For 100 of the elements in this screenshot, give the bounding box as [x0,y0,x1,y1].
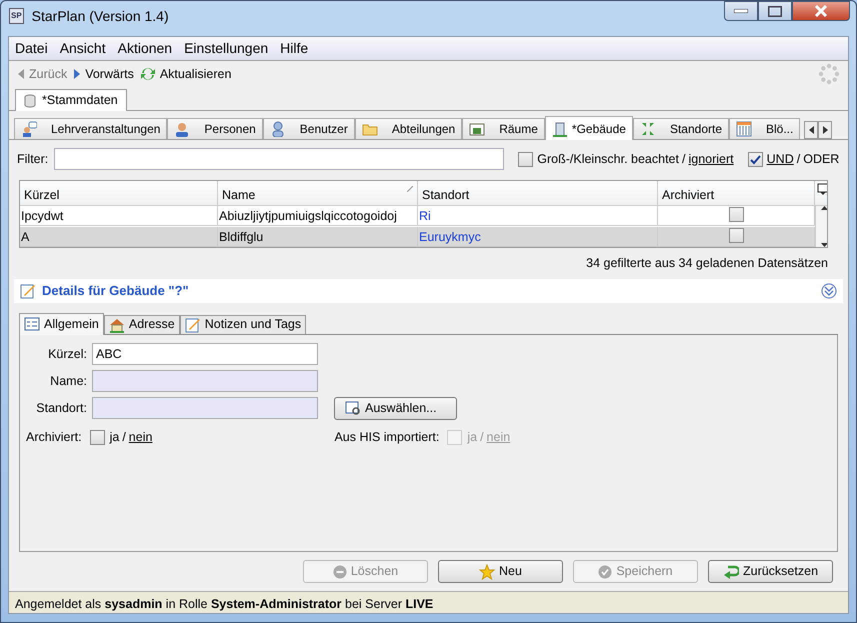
edit-note-icon [20,282,36,299]
sort-icon [407,186,413,192]
option-label[interactable]: Groß-/Kleinschr. beachtet [537,152,679,166]
details-tab[interactable]: Notizen und Tags [180,314,306,334]
table-cell: Ipcydwt [20,206,218,226]
details-tab[interactable]: Adresse [104,314,180,334]
column-chooser-button[interactable] [815,181,827,206]
module-tab[interactable]: Benutzer [262,118,355,139]
archived-checkbox[interactable] [728,207,744,222]
field-label: Standort: [35,400,88,417]
calendar-icon [736,121,752,137]
notepad-pencil-icon [184,316,201,333]
house-icon [108,316,125,333]
down-arrow-icon [820,243,827,247]
option-label[interactable]: ja [110,430,120,444]
toolbar-button[interactable]: Aktualisieren [140,64,232,84]
action-button[interactable]: Zurücksetzen [708,560,833,583]
close-icon [814,5,828,17]
list-search-icon [345,400,361,416]
building-icon [552,120,568,136]
details-header[interactable]: Details für Gebäude "?" [14,278,843,303]
menu-item[interactable]: Hilfe [280,38,308,59]
details-title: Details für Gebäude "?" [42,282,189,300]
minus-circle-icon [332,564,347,578]
arrows-icon [640,121,656,137]
check-circle-icon [598,564,612,578]
column-header[interactable]: Standort [418,181,658,206]
field-label: Kürzel: [47,346,88,363]
details-tab[interactable]: Allgemein [19,312,104,335]
room-icon [469,121,486,137]
toolbar-button[interactable]: Vorwärts [73,64,134,84]
separator-text: / [682,152,686,166]
right-arrow-icon [822,126,828,134]
option-label[interactable]: UND [766,152,794,166]
minimize-button[interactable] [724,1,758,21]
refresh-icon [140,66,156,82]
input-field[interactable]: ABC [92,343,318,366]
input-field[interactable] [92,370,318,392]
separator-text: / [480,430,484,444]
module-tab[interactable]: Personen [167,118,263,139]
maximize-icon [768,6,782,16]
document-tab[interactable]: *Stammdaten [15,89,127,111]
archived-checkbox[interactable] [728,228,744,243]
table-cell: Euruykmyc [418,226,658,247]
module-tab[interactable]: Räume [462,118,545,139]
check-icon [750,154,761,164]
star-icon [479,564,496,580]
option-label[interactable]: ignoriert [688,152,734,166]
module-tab[interactable]: Abteilungen [354,118,462,139]
table-cell: Abiuzljiytjpumiuigslqiccotogoidoj [218,206,418,226]
table-cell: A [20,226,218,247]
column-header[interactable]: Name [218,181,418,206]
up-arrow-icon [820,206,827,210]
window-title: StarPlan (Version 1.4) [32,6,169,26]
module-tab[interactable]: Blö... [729,118,800,139]
menu-item[interactable]: Aktionen [118,38,172,59]
person-icon [174,121,190,137]
action-button[interactable]: Neu [438,560,563,583]
close-button[interactable] [792,1,850,21]
separator-text: / [122,430,126,444]
option-label[interactable]: ODER [803,152,840,166]
table-cell: Ri [418,206,658,226]
person-speech-icon [21,121,37,137]
menu-item[interactable]: Ansicht [60,38,106,59]
left-arrow-icon [808,126,814,134]
separator-text: / [796,152,800,166]
field-label: Name: [49,372,88,390]
field-label: Aus HIS importiert: [334,428,440,446]
input-field[interactable] [92,397,318,420]
user-icon [270,121,286,137]
module-tab[interactable]: Lehrveranstaltungen [14,118,168,139]
column-header[interactable]: Archiviert [658,181,815,206]
forward-arrow-icon [73,68,82,80]
back-arrow-icon [17,68,25,80]
table-cell: Bldiffglu [218,226,418,247]
option-label[interactable]: nein [128,430,152,444]
loading-spinner-icon [818,63,840,85]
scroll-right-button[interactable] [818,121,832,139]
checkbox[interactable] [90,430,105,445]
menu-item[interactable]: Einstellungen [184,38,268,59]
select-button[interactable]: Auswählen... [334,396,457,420]
status-text: Angemeldet als sysadmin in Rolle System-Administrator bei Server LIVE [15,597,434,611]
database-icon [24,94,36,108]
menu-item[interactable]: Datei [15,38,48,59]
minimize-icon [734,9,748,13]
scrollbar[interactable] [815,206,827,247]
field-label: Archiviert: [26,428,83,446]
return-arrow-icon [722,564,739,578]
record-count: 34 gefilterte aus 34 geladenen Datensätzen [586,256,828,270]
case-checkbox[interactable] [518,152,534,166]
app-logo: SP [9,8,24,24]
module-tab[interactable]: *Gebäude [544,116,633,140]
maximize-button[interactable] [758,1,792,21]
logic-checkbox[interactable] [748,152,763,166]
form-icon [24,316,40,332]
column-header[interactable]: Kürzel [20,181,218,206]
filter-label: Filter: [17,150,48,168]
scroll-left-button[interactable] [804,121,818,139]
filter-field[interactable] [54,148,504,170]
module-tab[interactable]: Standorte [632,118,729,139]
